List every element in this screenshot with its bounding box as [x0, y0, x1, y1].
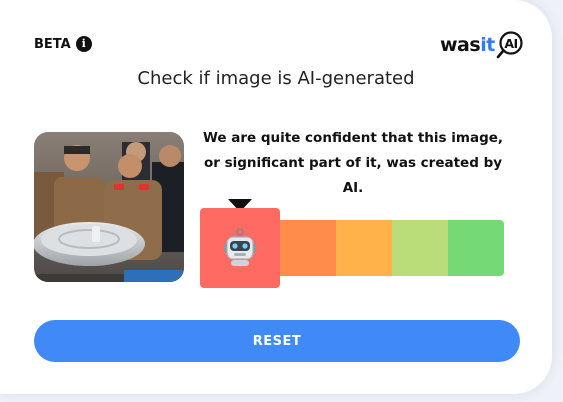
- info-icon[interactable]: i: [75, 36, 92, 52]
- magnifier-logo-icon: AI: [496, 31, 523, 59]
- uploaded-photo-thumbnail: [34, 132, 184, 282]
- beta-badge: BETA i: [34, 36, 92, 52]
- beta-label: BETA: [34, 36, 71, 52]
- meter-segment-4: [392, 220, 448, 276]
- meter-selected-segment: [200, 208, 280, 288]
- reset-button[interactable]: RESET: [34, 320, 520, 362]
- result-card: BETA i was it AI Check if image is AI-ge…: [0, 0, 552, 394]
- logo-text-was: was: [440, 34, 481, 56]
- logo-text-ai: AI: [504, 36, 517, 51]
- robot-icon: [224, 228, 256, 266]
- logo-text-it: it: [480, 34, 495, 56]
- uploaded-image: [34, 132, 184, 282]
- wasitai-logo[interactable]: was it AI: [440, 30, 534, 60]
- result-message: We are quite confident that this image, …: [202, 130, 504, 196]
- meter-segment-2: [280, 220, 336, 276]
- page-title: Check if image is AI-generated: [137, 68, 415, 89]
- meter-segment-5: [448, 220, 504, 276]
- meter-segment-3: [336, 220, 392, 276]
